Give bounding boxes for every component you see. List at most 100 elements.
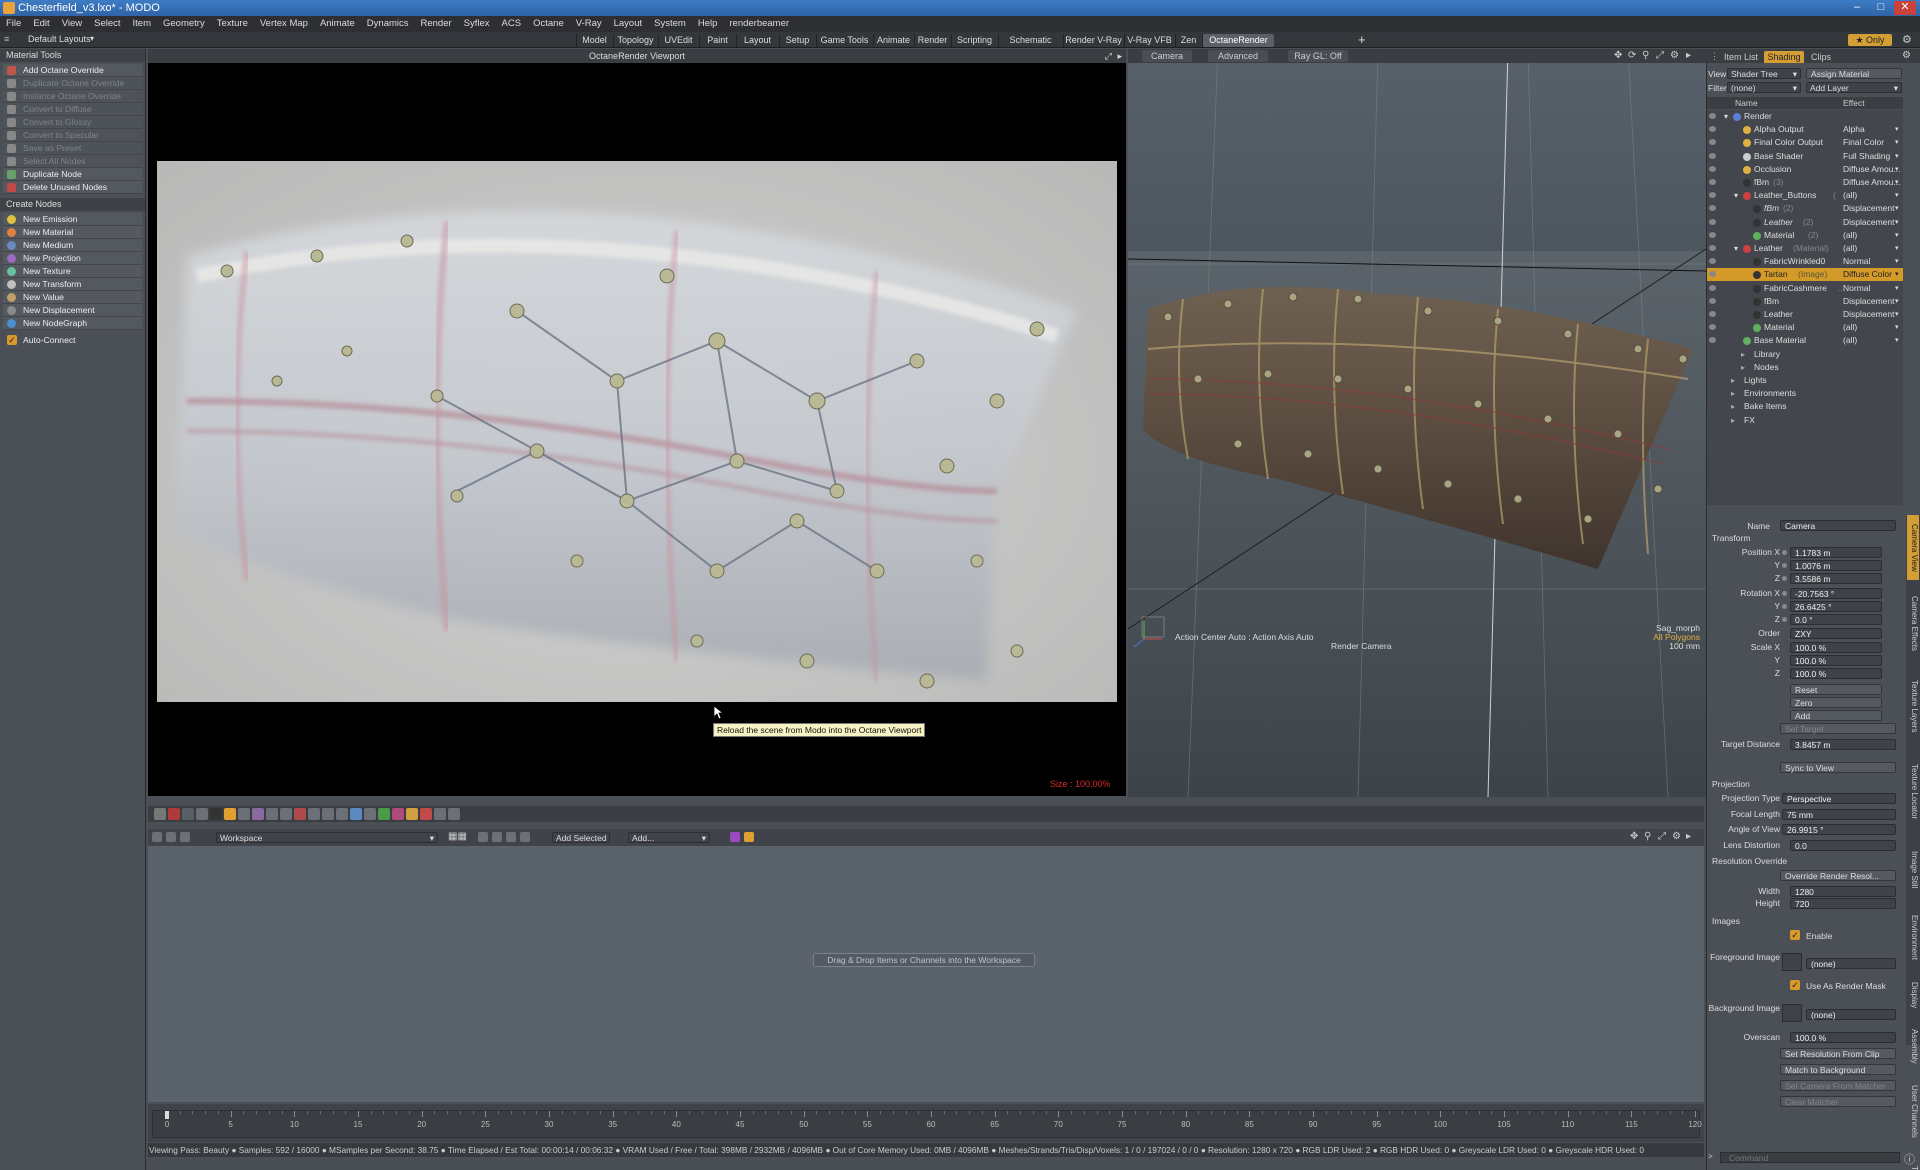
shader-tree-row[interactable]: Leather Displacement ▾: [1707, 308, 1903, 321]
position-y-field[interactable]: 1.0076 m: [1790, 560, 1882, 571]
menu-item-vertex-map[interactable]: Vertex Map: [254, 16, 314, 32]
create-new-medium[interactable]: New Medium: [3, 239, 142, 252]
visibility-eye-icon[interactable]: [1709, 113, 1716, 119]
visibility-eye-icon[interactable]: [1709, 192, 1716, 199]
gl-3d-viewport[interactable]: Action Center Auto : Action Axis Auto Re…: [1128, 49, 1706, 797]
layer-effect[interactable]: Alpha: [1843, 123, 1865, 136]
focus-icon[interactable]: [266, 808, 278, 820]
folder-arrow-icon[interactable]: ▸: [1731, 400, 1735, 413]
set-camera-from-matcher-button[interactable]: Set Camera From Matcher: [1780, 1080, 1896, 1091]
shader-tree-row[interactable]: Occlusion Diffuse Amou... ▾: [1707, 163, 1903, 176]
visibility-eye-icon[interactable]: [1709, 284, 1716, 291]
menu-item-view[interactable]: View: [56, 16, 88, 32]
film-icon[interactable]: [280, 808, 292, 820]
menu-item-v-ray[interactable]: V-Ray: [570, 16, 608, 32]
settings-gear-icon[interactable]: ⚙: [1902, 33, 1912, 46]
tool-instance-octane-override[interactable]: Instance Octane Override: [3, 90, 142, 103]
playhead-marker[interactable]: [165, 1111, 169, 1119]
channel-dot-icon[interactable]: [1782, 563, 1787, 568]
create-new-displacement[interactable]: New Displacement: [3, 304, 142, 317]
visibility-eye-icon[interactable]: [1709, 324, 1716, 331]
menu-item-file[interactable]: File: [0, 16, 27, 32]
position-z-field[interactable]: 3.5586 m: [1790, 573, 1882, 584]
layout-tab-v-ray-vfb[interactable]: V-Ray VFB: [1124, 34, 1174, 47]
tool-duplicate-node[interactable]: Duplicate Node: [3, 168, 142, 181]
create-new-projection[interactable]: New Projection: [3, 252, 142, 265]
panel-menu-icon[interactable]: ⋮: [1710, 51, 1719, 62]
rotation-y-field[interactable]: 26.6425 °: [1790, 601, 1882, 612]
visibility-eye-icon[interactable]: [1709, 245, 1716, 251]
vtab-assembly[interactable]: Assembly: [1907, 1021, 1919, 1071]
layout-tab-model[interactable]: Model: [576, 34, 612, 47]
use-as-render-mask-checkbox[interactable]: ✓: [1790, 980, 1800, 990]
add-tab-icon[interactable]: +: [1358, 32, 1366, 47]
help-icon[interactable]: ⓘ: [1904, 1151, 1915, 1167]
move-view-icon[interactable]: ✥: [1614, 50, 1622, 61]
layer-effect[interactable]: (all): [1843, 229, 1857, 242]
channel-dot-icon[interactable]: [1782, 550, 1787, 555]
material-tools-header[interactable]: Material Tools: [0, 49, 145, 62]
left-arrow-icon[interactable]: [492, 832, 502, 842]
viewport-menu-icon[interactable]: ▸: [1686, 50, 1691, 61]
channel-dot-icon[interactable]: [1782, 591, 1787, 596]
export-icon[interactable]: [378, 808, 390, 820]
picker-icon[interactable]: [308, 808, 320, 820]
set-target-button[interactable]: Set Target: [1780, 723, 1896, 734]
schematic-workspace[interactable]: [148, 846, 1704, 1102]
channel-dot-icon[interactable]: [1782, 617, 1787, 622]
down-arrow-icon[interactable]: [520, 832, 530, 842]
save-image-icon[interactable]: [364, 808, 376, 820]
tab-advanced[interactable]: Advanced: [1208, 50, 1268, 62]
add-layer-dropdown[interactable]: Add Layer ▾: [1806, 82, 1902, 93]
create-new-nodegraph[interactable]: New NodeGraph: [3, 317, 142, 330]
info-icon[interactable]: [448, 808, 460, 820]
layer-effect[interactable]: Full Shading: [1843, 150, 1890, 163]
shader-tree-row[interactable]: Final Color Output Final Color ▾: [1707, 136, 1903, 149]
region-icon[interactable]: [238, 808, 250, 820]
only-toggle[interactable]: ★ Only: [1848, 34, 1892, 46]
fit-icon[interactable]: [154, 808, 166, 820]
pan-icon[interactable]: ✥: [1630, 831, 1638, 842]
menu-item-item[interactable]: Item: [127, 16, 157, 32]
camera-name-field[interactable]: Camera: [1780, 520, 1896, 531]
col-name-header[interactable]: Name: [1735, 98, 1758, 108]
maximize-viewport-icon[interactable]: ⤢: [1656, 50, 1664, 61]
shader-tree-row[interactable]: Alpha Output Alpha ▾: [1707, 123, 1903, 136]
aov-icon[interactable]: [420, 808, 432, 820]
shader-tree-row[interactable]: ▾ Leather (Material) (all) ▾: [1707, 242, 1903, 255]
layer-effect[interactable]: Normal: [1843, 282, 1870, 295]
sphere-icon[interactable]: [350, 808, 362, 820]
layout-tab-zen[interactable]: Zen: [1175, 34, 1201, 47]
shader-tree-row[interactable]: Tartan (Image) Diffuse Color ▾: [1707, 268, 1903, 282]
target-distance-field[interactable]: 3.8457 m: [1790, 739, 1896, 750]
shader-tree-row[interactable]: ▸ FX: [1707, 414, 1903, 427]
workspace-icon[interactable]: [152, 832, 162, 842]
layer-effect[interactable]: Displacement: [1843, 308, 1895, 321]
tab-shading[interactable]: Shading: [1764, 51, 1804, 63]
layout-tab-layout[interactable]: Layout: [736, 34, 778, 47]
background-thumbnail[interactable]: [1782, 1004, 1802, 1022]
layer-effect[interactable]: Displacement: [1843, 216, 1895, 229]
layout-tab-scripting[interactable]: Scripting: [951, 34, 997, 47]
transform-add-button[interactable]: Add: [1790, 710, 1882, 721]
folder-arrow-icon[interactable]: ▸: [1731, 387, 1735, 400]
match-to-background-button[interactable]: Match to Background: [1780, 1064, 1896, 1075]
stop-icon[interactable]: [168, 808, 180, 820]
vtab-camera-view[interactable]: Camera View: [1907, 515, 1919, 580]
projection-type-dropdown[interactable]: Perspective: [1782, 793, 1896, 804]
layout-tab-setup[interactable]: Setup: [779, 34, 815, 47]
layout-tab-octanerender[interactable]: OctaneRender: [1202, 34, 1274, 47]
up-arrow-icon[interactable]: [506, 832, 516, 842]
visibility-eye-icon[interactable]: [1709, 152, 1716, 159]
shader-tree-row[interactable]: Material (2) (all) ▾: [1707, 229, 1903, 242]
tab-clips[interactable]: Clips: [1806, 51, 1836, 63]
layer-effect[interactable]: Diffuse Amou...: [1843, 176, 1900, 189]
visibility-eye-icon[interactable]: [1709, 205, 1716, 212]
select-icon[interactable]: [478, 832, 488, 842]
menu-item-octane[interactable]: Octane: [527, 16, 570, 32]
layout-tab-game-tools[interactable]: Game Tools: [816, 34, 872, 47]
layer-effect[interactable]: Displacement: [1843, 202, 1895, 215]
tool-duplicate-octane-override[interactable]: Duplicate Octane Override: [3, 77, 142, 90]
tool-convert-to-specular[interactable]: Convert to Specular: [3, 129, 142, 142]
shader-tree-row[interactable]: fBm (3) Diffuse Amou... ▾: [1707, 176, 1903, 189]
